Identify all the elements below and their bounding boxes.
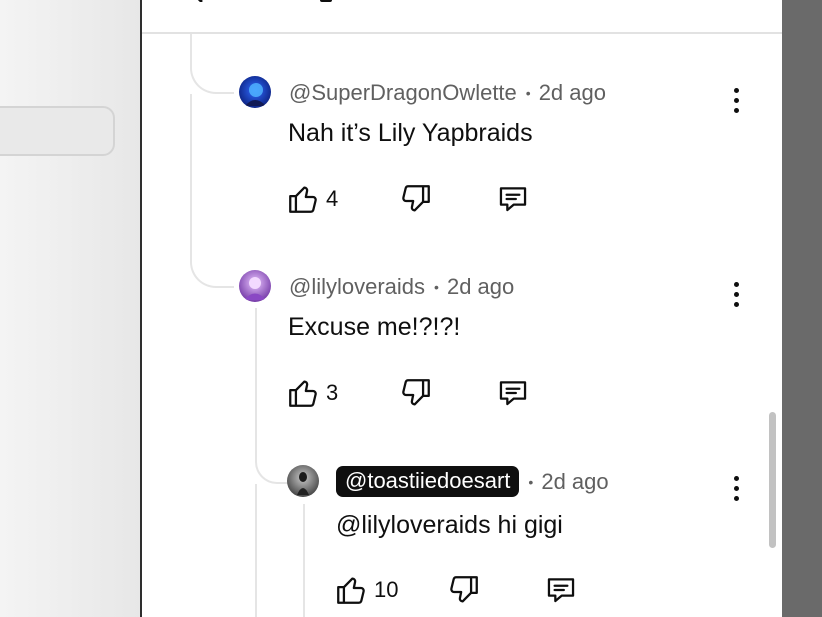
reply-button[interactable] [496,376,530,410]
like-button[interactable]: 3 [286,376,338,410]
like-count: 4 [326,186,339,211]
dislike-button[interactable] [399,376,433,410]
comment-meta: @lilyloveraids • 2d ago [289,274,514,300]
separator-dot: • [528,473,534,490]
separator-dot: • [434,279,439,295]
thumbs-down-icon [402,185,430,212]
scrollbar-thumb[interactable] [769,412,776,548]
thread-line [255,484,257,617]
thread-line [190,94,234,288]
more-vertical-icon [733,475,739,481]
like-count: 3 [326,380,339,405]
comment-text: @lilyloveraids hi gigi [336,511,563,539]
user-avatar-icon [287,465,319,497]
comments-panel: @SuperDragonOwlette • 2d ago Nah it’s Li… [140,0,782,617]
comment-time[interactable]: 2d ago [541,469,608,495]
dislike-button[interactable] [447,573,481,607]
reply-comment-icon [499,381,527,406]
avatar[interactable] [239,76,271,108]
panel-title [320,0,332,2]
comment-time[interactable]: 2d ago [447,274,514,300]
back-arrow-icon[interactable] [192,0,210,2]
separator-dot: • [525,85,531,101]
comment-meta: @SuperDragonOwlette • 2d ago [289,80,606,106]
comment-author[interactable]: @SuperDragonOwlette [289,80,517,106]
user-avatar-icon [239,76,271,108]
thumbs-down-icon [450,576,478,603]
comment-time[interactable]: 2d ago [539,80,606,106]
avatar[interactable] [239,270,271,302]
comment-author[interactable]: @toastiiedoesart [336,466,520,497]
dislike-button[interactable] [399,182,433,216]
thumbs-up-icon [289,186,317,213]
thumbs-down-icon [402,379,430,406]
reply-button[interactable] [544,573,578,607]
background-input-pill [0,106,115,156]
overlay-edge [782,0,822,617]
comment-meta: @toastiiedoesart • 2d ago [336,466,609,497]
reply-comment-icon [547,578,575,603]
comment-more-button[interactable] [724,471,748,505]
thumbs-up-icon [289,380,317,407]
reply-button[interactable] [496,182,530,216]
avatar[interactable] [287,465,319,497]
comment-text: Nah it’s Lily Yapbraids [288,119,533,147]
like-button[interactable]: 10 [334,573,398,607]
like-button[interactable]: 4 [286,182,338,216]
panel-header [142,0,782,34]
comment-more-button[interactable] [724,83,748,117]
comment-more-button[interactable] [724,277,748,311]
thumbs-up-icon [337,577,365,604]
reply-comment-icon [499,187,527,212]
thread-line [190,34,234,94]
user-avatar-icon [239,270,271,302]
thread-line [303,504,305,617]
background-page [0,0,140,617]
more-vertical-icon [733,87,739,93]
like-count: 10 [374,577,399,602]
comment-author[interactable]: @lilyloveraids [289,274,425,300]
more-vertical-icon [733,281,739,287]
comment-text: Excuse me!?!?! [288,313,461,341]
